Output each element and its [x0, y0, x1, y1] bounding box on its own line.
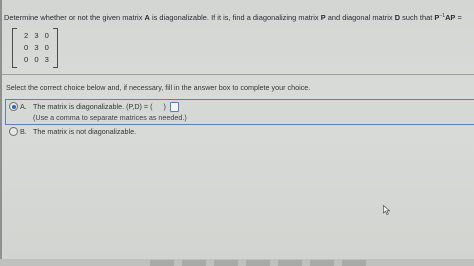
toolbar-button[interactable] [246, 260, 270, 266]
answer-input-box[interactable] [170, 102, 179, 112]
mouse-pointer-icon [383, 205, 391, 215]
toolbar-button[interactable] [182, 260, 206, 266]
toolbar-button[interactable] [214, 260, 238, 266]
choice-a-letter: A. [20, 102, 27, 111]
matrix-right-bracket [53, 28, 58, 68]
choice-b-radio[interactable] [9, 127, 18, 136]
window-left-border [0, 0, 2, 266]
choice-a-hint: (Use a comma to separate matrices as nee… [33, 113, 187, 122]
toolbar-button[interactable] [310, 260, 334, 266]
matrix-row: 0 0 3 [24, 55, 49, 64]
toolbar-button[interactable] [150, 260, 174, 266]
toolbar-button[interactable] [278, 260, 302, 266]
choice-a[interactable]: A. The matrix is diagonalizable. (P,D) =… [5, 99, 474, 125]
matrix-left-bracket [12, 28, 17, 68]
choice-b-letter: B. [20, 127, 27, 136]
toolbar-button[interactable] [342, 260, 366, 266]
matrix-row: 0 3 0 [24, 43, 49, 52]
matrix-row: 2 3 0 [24, 31, 49, 40]
choice-b-label[interactable]: The matrix is not diagonalizable. [33, 127, 136, 136]
section-divider [2, 74, 474, 75]
choice-a-label: The matrix is diagonalizable. (P,D) = () [33, 102, 166, 111]
matrix-a: 2 3 0 0 3 0 0 0 3 [12, 28, 58, 68]
instructions-text: Select the correct choice below and, if … [6, 83, 311, 92]
question-text: Determine whether or not the given matri… [4, 13, 462, 22]
choice-a-radio[interactable] [9, 102, 18, 111]
